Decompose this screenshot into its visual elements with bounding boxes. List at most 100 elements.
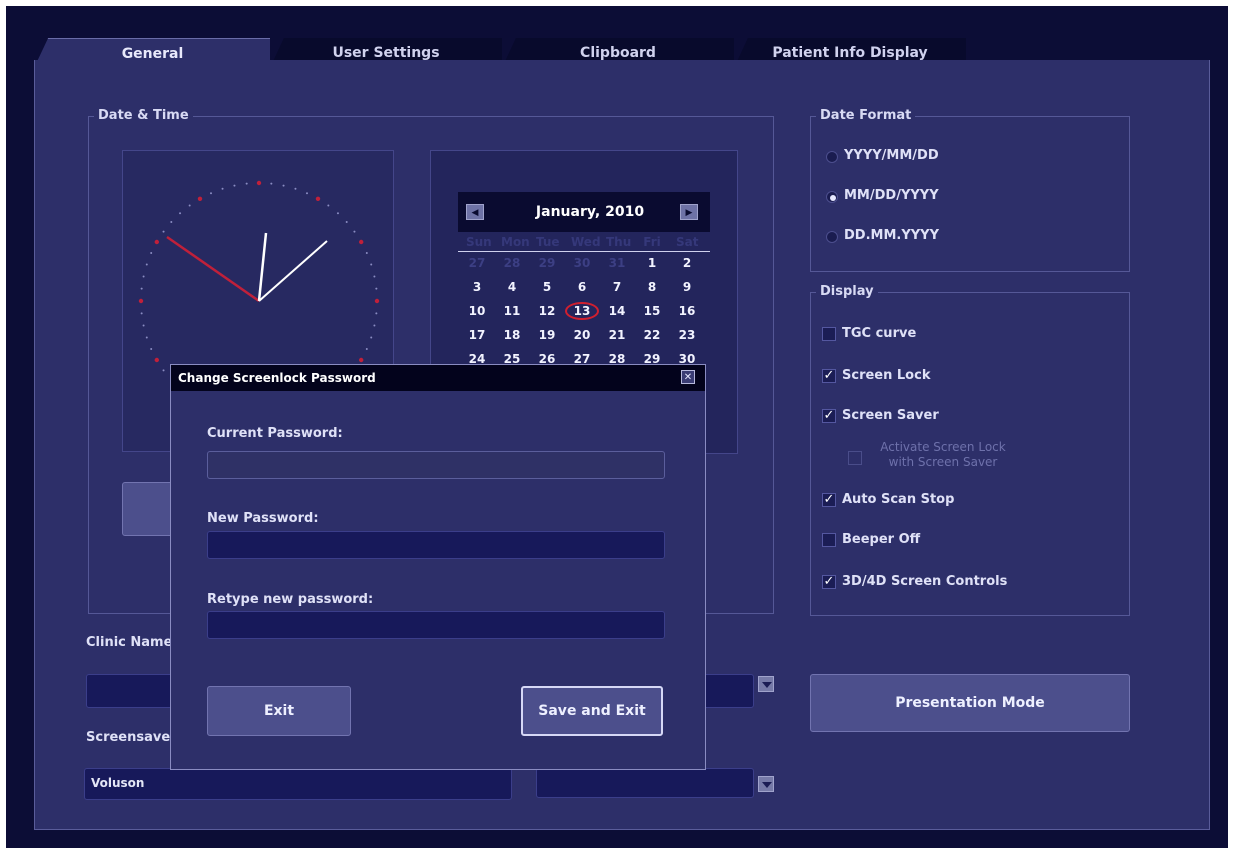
calendar-day[interactable]: 18 bbox=[501, 328, 523, 342]
clock-hour-mark bbox=[154, 239, 160, 245]
close-icon[interactable]: ✕ bbox=[681, 370, 695, 384]
calendar-day[interactable]: 1 bbox=[641, 256, 663, 270]
calendar-day[interactable]: 11 bbox=[501, 304, 523, 318]
retype-password-input[interactable] bbox=[207, 611, 665, 639]
retype-password-label: Retype new password: bbox=[207, 592, 374, 607]
dialog-title-bar: Change Screenlock Password bbox=[171, 365, 705, 391]
clock-minute-mark bbox=[150, 252, 153, 255]
save-and-exit-button[interactable]: Save and Exit bbox=[521, 686, 663, 736]
beeper-off-checkbox[interactable] bbox=[822, 533, 836, 547]
clock-hour-hand bbox=[257, 232, 268, 302]
clock-minute-mark bbox=[282, 184, 285, 187]
calendar-day[interactable]: 3 bbox=[466, 280, 488, 294]
clock-minute-mark bbox=[375, 287, 378, 290]
calendar-day-selected[interactable]: 13 bbox=[565, 302, 599, 320]
clock-minute-mark bbox=[210, 192, 213, 195]
tgc-curve-checkbox[interactable] bbox=[822, 327, 836, 341]
calendar-day[interactable]: 28 bbox=[501, 256, 523, 270]
date-format-radio-dmy[interactable] bbox=[826, 231, 838, 243]
clock-minute-mark bbox=[375, 312, 378, 315]
tab-clipboard-label: Clipboard bbox=[580, 45, 656, 61]
screen-lock-checkbox[interactable]: ✓ bbox=[822, 369, 836, 383]
date-format-radio-mdy[interactable] bbox=[826, 191, 838, 203]
clock-minute-hand bbox=[166, 235, 260, 303]
screen-saver-checkbox[interactable]: ✓ bbox=[822, 409, 836, 423]
calendar-day[interactable]: 21 bbox=[606, 328, 628, 342]
clock-minute-mark bbox=[188, 204, 191, 207]
beeper-off-label: Beeper Off bbox=[842, 532, 921, 547]
new-password-label: New Password: bbox=[207, 511, 319, 526]
auto-scan-stop-checkbox[interactable]: ✓ bbox=[822, 493, 836, 507]
calendar-day[interactable]: 6 bbox=[571, 280, 593, 294]
dropdown-arrow-icon[interactable] bbox=[758, 676, 774, 692]
calendar-grid: 27 28 29 30 31 1 2 3 4 5 6 7 8 9 10 11 12 13 14 15 16 17 18 19 2… bbox=[458, 256, 710, 366]
calendar-day[interactable]: 15 bbox=[641, 304, 663, 318]
calendar-day[interactable]: 20 bbox=[571, 328, 593, 342]
calendar-weekday: Sun bbox=[466, 235, 492, 249]
date-format-legend: Date Format bbox=[816, 108, 916, 123]
calendar-weekday: Wed bbox=[571, 235, 601, 249]
3d4d-screen-controls-label: 3D/4D Screen Controls bbox=[842, 574, 1008, 589]
clock-minute-mark bbox=[179, 212, 182, 215]
clock-minute-mark bbox=[140, 312, 143, 315]
screen-lock-label: Screen Lock bbox=[842, 368, 931, 383]
date-format-radio-ymd[interactable] bbox=[826, 151, 838, 163]
clock-minute-mark bbox=[370, 336, 373, 339]
clock-hour-mark bbox=[358, 357, 364, 363]
clock-hour-mark bbox=[197, 196, 203, 202]
calendar-weekday: Thu bbox=[606, 235, 632, 249]
presentation-mode-button[interactable]: Presentation Mode bbox=[810, 674, 1130, 732]
chevron-left-icon[interactable]: ◀ bbox=[466, 204, 484, 220]
calendar-weekday-row: Sun Mon Tue Wed Thu Fri Sat bbox=[458, 234, 710, 252]
clock-hour-mark bbox=[138, 298, 144, 304]
calendar-day[interactable]: 14 bbox=[606, 304, 628, 318]
clock-minute-mark bbox=[345, 221, 348, 224]
clock-minute-mark bbox=[150, 347, 153, 350]
calendar-day[interactable]: 7 bbox=[606, 280, 628, 294]
chevron-right-icon[interactable]: ▶ bbox=[680, 204, 698, 220]
calendar-day[interactable]: 23 bbox=[676, 328, 698, 342]
calendar-day[interactable]: 9 bbox=[676, 280, 698, 294]
clock-minute-mark bbox=[233, 184, 236, 187]
calendar-day[interactable]: 8 bbox=[641, 280, 663, 294]
change-password-dialog: Change Screenlock Password ✕ Current Pas… bbox=[170, 364, 706, 770]
calendar-day[interactable]: 22 bbox=[641, 328, 663, 342]
screenlock-with-saver-checkbox[interactable] bbox=[848, 451, 862, 465]
clock-hour-mark bbox=[374, 298, 380, 304]
screensaver-mode-select[interactable] bbox=[536, 768, 754, 798]
date-format-option-label: YYYY/MM/DD bbox=[844, 148, 939, 163]
3d4d-screen-controls-checkbox[interactable]: ✓ bbox=[822, 575, 836, 589]
calendar-month-year: January, 2010 bbox=[535, 204, 645, 220]
calendar-day[interactable]: 19 bbox=[536, 328, 558, 342]
clock-minute-mark bbox=[145, 263, 148, 266]
screensaver-field[interactable]: Voluson bbox=[84, 768, 512, 800]
exit-button[interactable]: Exit bbox=[207, 686, 351, 736]
calendar-day[interactable]: 29 bbox=[536, 256, 558, 270]
calendar-day[interactable]: 30 bbox=[571, 256, 593, 270]
new-password-input[interactable] bbox=[207, 531, 665, 559]
calendar-day[interactable]: 2 bbox=[676, 256, 698, 270]
clock-minute-mark bbox=[373, 324, 376, 327]
clock-minute-mark bbox=[162, 369, 165, 372]
calendar-weekday: Sat bbox=[676, 235, 699, 249]
clock-minute-mark bbox=[142, 275, 145, 278]
calendar-day[interactable]: 27 bbox=[466, 256, 488, 270]
clock-minute-mark bbox=[221, 187, 224, 190]
clock-minute-mark bbox=[294, 187, 297, 190]
calendar-day[interactable]: 10 bbox=[466, 304, 488, 318]
calendar-day[interactable]: 31 bbox=[606, 256, 628, 270]
calendar-day[interactable]: 4 bbox=[501, 280, 523, 294]
calendar-day[interactable]: 12 bbox=[536, 304, 558, 318]
clock-minute-mark bbox=[305, 192, 308, 195]
calendar-weekday: Tue bbox=[536, 235, 560, 249]
clock-minute-mark bbox=[365, 347, 368, 350]
clock-hour-mark bbox=[315, 196, 321, 202]
clock-second-hand bbox=[258, 240, 328, 302]
tab-user-settings-label: User Settings bbox=[332, 45, 440, 61]
calendar-day[interactable]: 17 bbox=[466, 328, 488, 342]
screensaver-label: Screensave bbox=[86, 730, 171, 745]
calendar-day[interactable]: 5 bbox=[536, 280, 558, 294]
current-password-input[interactable] bbox=[207, 451, 665, 479]
calendar-day[interactable]: 16 bbox=[676, 304, 698, 318]
dropdown-arrow-icon[interactable] bbox=[758, 776, 774, 792]
